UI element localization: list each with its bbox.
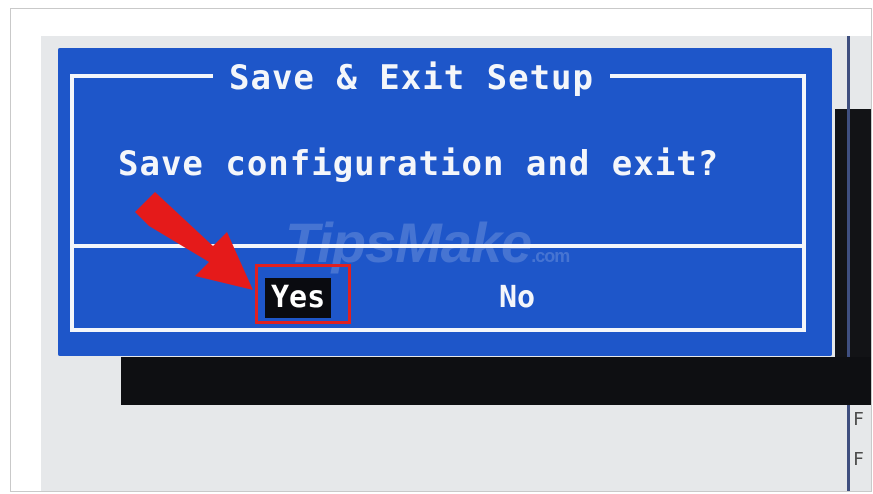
dialog-title: Save & Exit Setup <box>213 55 610 101</box>
right-panel-shadow <box>835 109 871 399</box>
red-arrow-icon <box>135 192 253 290</box>
right-panel-divider <box>847 36 850 491</box>
dialog-message: Save configuration and exit? <box>118 144 720 184</box>
dialog-shadow <box>121 357 871 405</box>
watermark-suffix: .com <box>531 246 570 266</box>
no-button[interactable]: No <box>493 278 541 318</box>
help-key-text: F <box>853 409 864 430</box>
help-key-text: F <box>853 449 864 470</box>
